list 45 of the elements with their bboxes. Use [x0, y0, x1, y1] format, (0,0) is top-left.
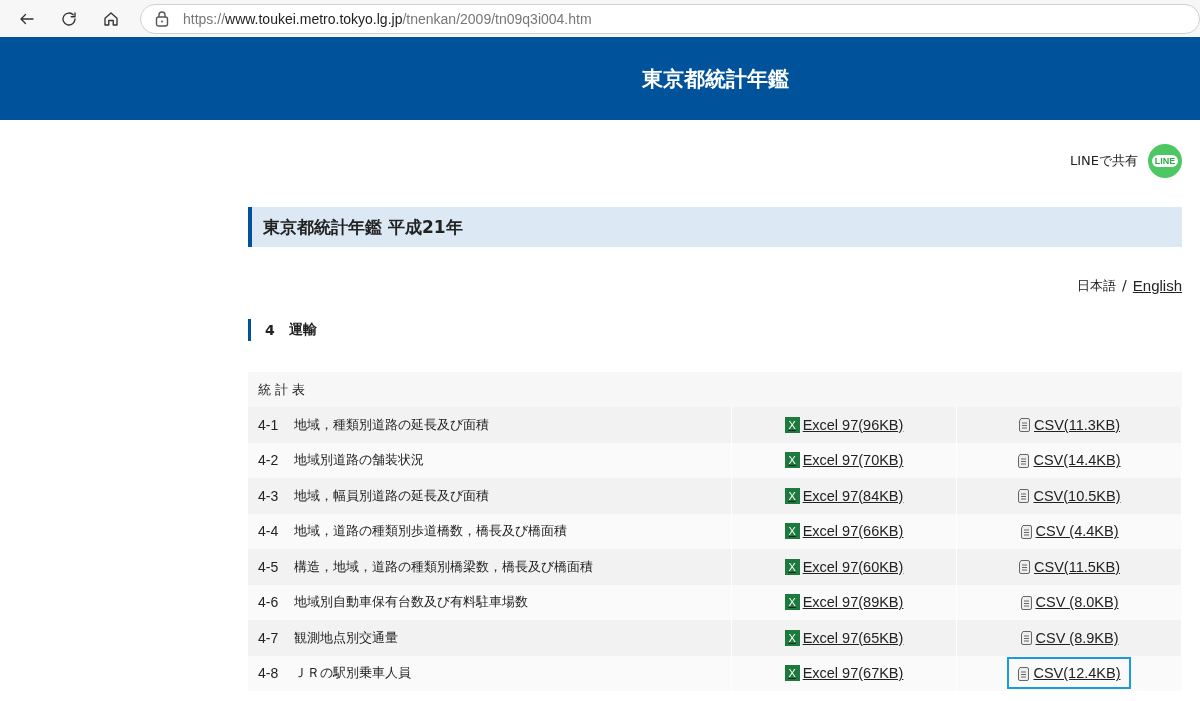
section-number: 4: [265, 322, 275, 338]
section-title: 運輸: [288, 321, 317, 339]
table-title: ＪＲの駅別乗車人員: [294, 664, 412, 683]
url-text: https://www.toukei.metro.tokyo.lg.jp/tnenkan/2009/tn09q3i004.htm: [183, 10, 592, 27]
language-link[interactable]: English: [1132, 277, 1182, 295]
table-code: 4-8: [258, 665, 279, 682]
table-title: 地域，道路の種類別歩道橋数，橋長及び橋面積: [294, 522, 568, 541]
table-header: 統 計 表: [248, 372, 1182, 407]
language-label: 日本語: [1077, 277, 1117, 295]
table-code: 4-6: [258, 594, 279, 611]
document-icon: [1019, 594, 1033, 610]
table-code: 4-3: [258, 487, 279, 504]
document-icon: [1017, 665, 1031, 681]
separator: /: [1122, 277, 1127, 295]
table-title: 地域別道路の舗装状況: [294, 451, 425, 470]
excel-icon: X: [784, 594, 800, 611]
table-code: 4-1: [258, 416, 279, 433]
excel-icon: X: [784, 523, 800, 540]
table-code: 4-4: [258, 523, 279, 540]
document-icon: [1017, 488, 1031, 504]
table-title: 地域，種類別道路の延長及び面積: [294, 415, 490, 434]
table-code: 4-2: [258, 452, 279, 469]
document-icon: [1017, 452, 1031, 468]
reload-icon: [60, 9, 78, 28]
excel-icon: X: [784, 665, 800, 682]
table-title: 地域別自動車保有台数及び有料駐車場数: [294, 593, 529, 612]
share-label: LINEで共有: [1070, 152, 1138, 170]
lock-icon: [155, 10, 169, 27]
document-icon: [1019, 523, 1033, 539]
table-code: 4-7: [258, 629, 279, 646]
table-code: 4-5: [258, 558, 279, 575]
excel-icon: X: [784, 629, 800, 646]
table-title: 構造，地域，道路の種類別橋梁数，橋長及び橋面積: [294, 557, 594, 576]
excel-icon: X: [784, 558, 800, 575]
excel-icon: X: [784, 452, 800, 469]
address-bar[interactable]: https://www.toukei.metro.tokyo.lg.jp/tnenkan/2009/tn09q3i004.htm: [140, 3, 1200, 34]
excel-icon: X: [784, 416, 800, 433]
document-icon: [1018, 417, 1031, 433]
site-title: 東京都統計年鑑: [641, 65, 789, 93]
document-icon: [1019, 630, 1033, 646]
excel-icon: X: [784, 487, 800, 504]
table-title: 観測地点別交通量: [294, 628, 399, 647]
table-title: 地域，幅員別道路の延長及び面積: [294, 486, 490, 505]
page-title: 東京都統計年鑑 平成21年: [248, 207, 1182, 247]
document-icon: [1018, 559, 1031, 575]
